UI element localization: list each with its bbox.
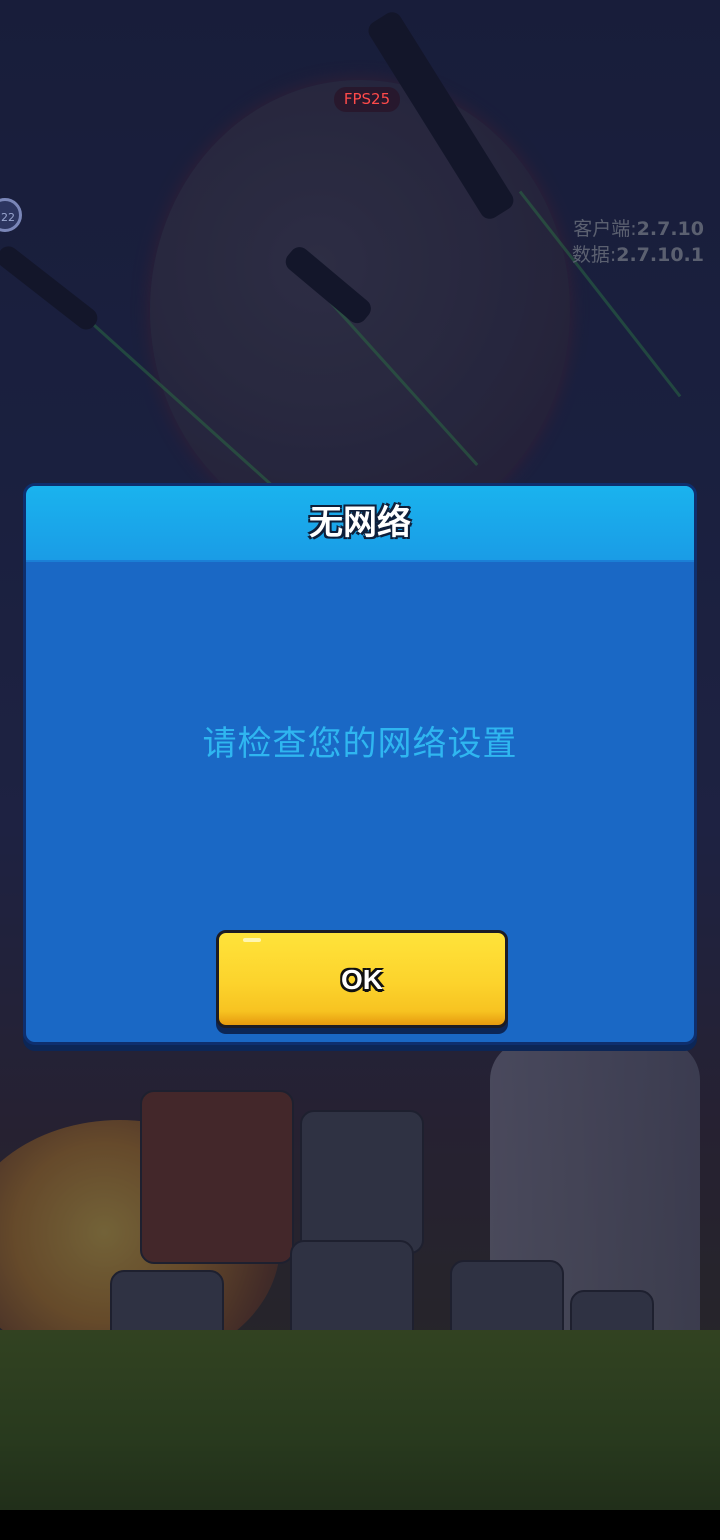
- data-version-row: 数据:2.7.10.1: [504, 242, 704, 268]
- client-version-label: 客户端:: [573, 218, 637, 240]
- dialog-title: 无网络: [309, 503, 411, 543]
- ok-button-face: OK: [216, 930, 508, 1028]
- system-navigation-bar: [0, 1510, 720, 1540]
- fps-counter: FPS25: [334, 87, 400, 112]
- data-version-value: 2.7.10.1: [616, 244, 704, 266]
- version-info: 客户端:2.7.10 数据:2.7.10.1: [504, 216, 704, 268]
- ok-button[interactable]: OK: [216, 930, 508, 1034]
- client-version-value: 2.7.10: [636, 218, 704, 240]
- client-version-row: 客户端:2.7.10: [504, 216, 704, 242]
- data-version-label: 数据:: [571, 244, 617, 266]
- ok-button-label: OK: [341, 964, 383, 995]
- dialog-message: 请检查您的网络设置: [202, 724, 518, 764]
- no-network-dialog: 无网络 请检查您的网络设置 OK: [23, 483, 697, 1045]
